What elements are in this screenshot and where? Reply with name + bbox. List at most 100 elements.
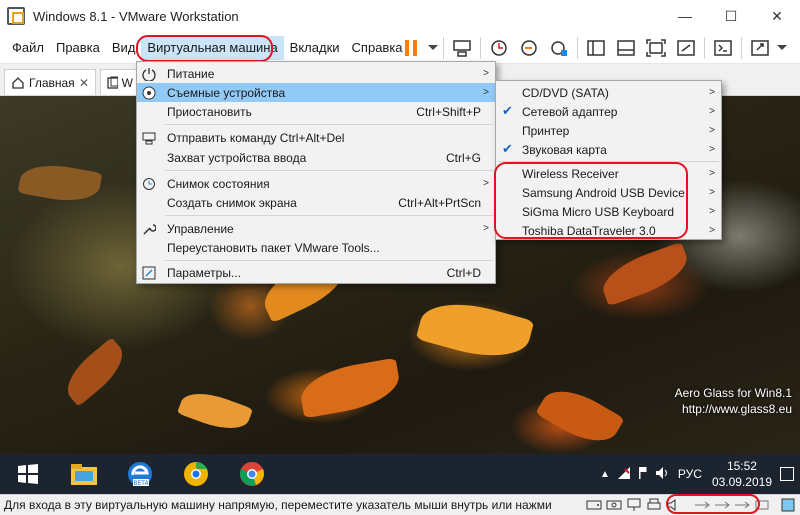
device-sound-card[interactable]: ✔ Звуковая карта > (496, 140, 721, 159)
vm-icon (107, 76, 118, 89)
revert-snapshot-icon[interactable] (514, 35, 544, 61)
chevron-right-icon: > (483, 223, 489, 234)
usb-device-icon[interactable] (692, 497, 712, 513)
menu-item-suspend[interactable]: Приостановить Ctrl+Shift+P (137, 102, 495, 121)
title-bar: Windows 8.1 - VMware Workstation — ☐ ✕ (0, 0, 800, 32)
device-printer[interactable]: Принтер > (496, 121, 721, 140)
menu-item-removable-devices[interactable]: Съемные устройства > (137, 83, 495, 102)
menu-item-send-ctrl-alt-del[interactable]: Отправить команду Ctrl+Alt+Del (137, 128, 495, 147)
window-title: Windows 8.1 - VMware Workstation (33, 8, 239, 24)
svg-text:BETA: BETA (133, 480, 149, 487)
device-cd-dvd[interactable]: CD/DVD (SATA) > (496, 83, 721, 102)
thumbnail-bar-icon[interactable] (611, 35, 641, 61)
toolbar (396, 32, 789, 64)
minimize-button[interactable]: — (662, 0, 708, 32)
device-sigma-keyboard[interactable]: SiGma Micro USB Keyboard > (496, 202, 721, 221)
checkmark-icon: ✔ (502, 103, 513, 118)
notification-icon[interactable] (780, 467, 794, 481)
pause-button[interactable] (396, 35, 426, 61)
guest-taskbar: BETA ▲ РУС 15:52 03.09.2019 (0, 454, 800, 494)
menu-item-manage[interactable]: Управление > (137, 219, 495, 238)
checkmark-icon: ✔ (502, 141, 513, 156)
snapshot-manager-icon[interactable] (544, 35, 574, 61)
removable-devices-icon (141, 85, 157, 101)
wrench-icon (141, 221, 157, 237)
show-hidden-icons[interactable]: ▲ (596, 469, 614, 480)
network-adapter-icon[interactable] (624, 497, 644, 513)
menu-item-power[interactable]: Питание > (137, 64, 495, 83)
menu-virtual-machine[interactable]: Виртуальная машина (141, 35, 284, 60)
tab-home-label: Главная (29, 75, 75, 90)
cd-dvd-icon[interactable] (604, 497, 624, 513)
maximize-button[interactable]: ☐ (708, 0, 754, 32)
full-screen-icon[interactable] (641, 35, 671, 61)
file-explorer-icon[interactable] (56, 454, 112, 494)
printer-icon[interactable] (644, 497, 664, 513)
menu-bar: Файл Правка Вид Виртуальная машина Вклад… (0, 32, 800, 64)
device-network-adapter[interactable]: ✔ Сетевой адаптер > (496, 102, 721, 121)
usb-device-icon[interactable] (752, 497, 772, 513)
chevron-right-icon: > (709, 106, 715, 117)
tab-home[interactable]: Главная ✕ (4, 69, 96, 95)
status-message: Для входа в эту виртуальную машину напря… (4, 498, 552, 512)
menu-item-grab-input[interactable]: Захват устройства ввода Ctrl+G (137, 148, 495, 167)
language-indicator[interactable]: РУС (674, 467, 706, 481)
close-button[interactable]: ✕ (754, 0, 800, 32)
usb-device-icon[interactable] (712, 497, 732, 513)
usb-device-icon[interactable] (732, 497, 752, 513)
chevron-right-icon: > (709, 225, 715, 236)
tab-vm-label: W (121, 75, 133, 90)
chevron-right-icon: > (709, 206, 715, 217)
send-keys-icon (141, 130, 157, 146)
watermark-line1: Aero Glass for Win8.1 (674, 386, 792, 400)
chrome-canary-icon[interactable] (168, 454, 224, 494)
snapshot-icon (141, 176, 157, 192)
flag-icon[interactable] (634, 466, 652, 483)
clock-time: 15:52 (726, 459, 757, 473)
chevron-down-icon[interactable] (775, 35, 789, 61)
chevron-right-icon: > (709, 87, 715, 98)
menu-file[interactable]: Файл (6, 36, 50, 60)
console-view-icon[interactable] (708, 35, 738, 61)
edge-beta-icon[interactable]: BETA (112, 454, 168, 494)
message-log-icon[interactable] (778, 497, 798, 513)
menu-item-snapshot[interactable]: Снимок состояния > (137, 174, 495, 193)
chevron-right-icon: > (483, 68, 489, 79)
chevron-right-icon: > (709, 168, 715, 179)
windows-start-icon[interactable] (0, 454, 56, 494)
close-icon[interactable]: ✕ (79, 76, 89, 90)
tab-vm[interactable]: W (100, 69, 140, 95)
unity-icon[interactable] (671, 35, 701, 61)
status-bar: Для входа в эту виртуальную машину напря… (0, 494, 800, 515)
vmware-icon (7, 7, 25, 25)
system-tray: ▲ РУС 15:52 03.09.2019 (596, 454, 800, 494)
chrome-icon[interactable] (224, 454, 280, 494)
network-icon[interactable] (614, 466, 634, 483)
device-samsung-android[interactable]: Samsung Android USB Device > (496, 183, 721, 202)
settings-icon (141, 265, 157, 281)
device-wireless-receiver[interactable]: Wireless Receiver > (496, 164, 721, 183)
sound-card-icon[interactable] (664, 497, 684, 513)
chevron-down-icon[interactable] (426, 35, 440, 61)
menu-item-settings[interactable]: Параметры... Ctrl+D (137, 263, 495, 282)
home-icon (12, 76, 24, 89)
volume-icon[interactable] (652, 466, 674, 483)
vm-dropdown-menu: Питание > Съемные устройства > Приостано… (136, 61, 496, 284)
clock-date: 03.09.2019 (711, 475, 772, 489)
menu-view[interactable]: Вид (106, 36, 142, 60)
stretch-guest-icon[interactable] (745, 35, 775, 61)
send-ctrl-alt-del-icon[interactable] (447, 35, 477, 61)
menu-edit[interactable]: Правка (50, 36, 106, 60)
device-status-icons (584, 497, 798, 513)
menu-tabs[interactable]: Вкладки (284, 36, 346, 60)
chevron-right-icon: > (709, 125, 715, 136)
hard-disk-icon[interactable] (584, 497, 604, 513)
watermark-line2: http://www.glass8.eu (681, 402, 792, 416)
menu-item-capture-screen[interactable]: Создать снимок экрана Ctrl+Alt+PrtScn (137, 193, 495, 212)
snapshot-icon[interactable] (484, 35, 514, 61)
show-library-icon[interactable] (581, 35, 611, 61)
menu-item-reinstall-tools[interactable]: Переустановить пакет VMware Tools... (137, 238, 495, 257)
clock[interactable]: 15:52 03.09.2019 (712, 458, 772, 490)
device-toshiba-datatraveler[interactable]: Toshiba DataTraveler 3.0 > (496, 221, 721, 240)
power-icon (141, 66, 157, 82)
